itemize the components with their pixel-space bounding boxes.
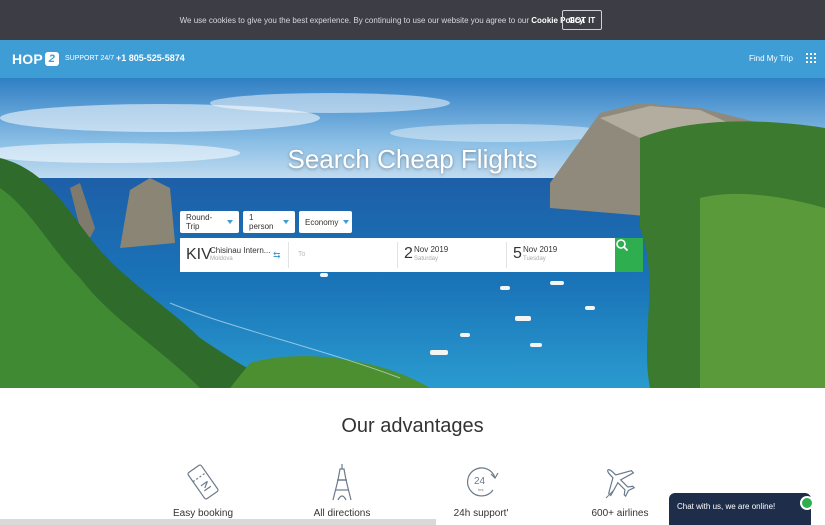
advantages-title: Our advantages xyxy=(341,415,484,437)
magnifier-icon xyxy=(616,239,629,252)
ticket-icon xyxy=(187,464,219,500)
advantage-item: 24 hrs 24h support' xyxy=(436,462,526,519)
hero-title: Search Cheap Flights xyxy=(287,144,538,174)
eiffel-tower-icon xyxy=(332,464,352,501)
from-country: Moldova xyxy=(210,256,233,262)
search-button[interactable] xyxy=(615,238,643,272)
advantage-label: All directions xyxy=(313,508,371,519)
depart-weekday: Saturday xyxy=(414,256,439,262)
airplane-icon xyxy=(605,469,636,499)
to-placeholder: To xyxy=(298,251,306,258)
depart-date-field[interactable]: 2 Nov 2019 Saturday xyxy=(398,238,506,272)
got-it-button[interactable]: GOT IT xyxy=(562,10,602,30)
online-status-icon xyxy=(800,496,814,510)
passengers-select[interactable]: 1 person xyxy=(243,211,295,233)
chevron-down-icon xyxy=(283,220,289,224)
advantage-item: 600+ airlines xyxy=(575,462,665,519)
cookie-banner: We use cookies to give you the best expe… xyxy=(0,0,825,40)
trip-type-select[interactable]: Round-Trip xyxy=(180,211,239,233)
flight-search-form: KIV Chisinau Intern... Moldova ⇆ To 2 No… xyxy=(180,238,615,272)
find-my-trip-link[interactable]: Find My Trip xyxy=(749,54,793,63)
depart-month: Nov 2019 xyxy=(414,245,449,254)
top-header: HOP 2 SUPPORT 24/7 +1 805-525-5874 Find … xyxy=(0,40,825,78)
logo-mark: 2 xyxy=(44,52,59,66)
passengers-label: 1 person xyxy=(249,213,274,231)
return-date-field[interactable]: 5 Nov 2019 Tuesday xyxy=(507,238,615,272)
chevron-down-icon xyxy=(227,220,233,224)
logo[interactable]: HOP 2 xyxy=(12,51,59,67)
support-phone[interactable]: +1 805-525-5874 xyxy=(116,53,185,63)
cabin-class-label: Economy xyxy=(305,217,339,227)
advantage-label: 24h support' xyxy=(453,508,509,519)
grid-icon[interactable] xyxy=(806,53,816,63)
cookie-text: We use cookies to give you the best expe… xyxy=(179,15,530,25)
to-field[interactable]: To xyxy=(289,238,397,272)
advantage-item: All directions xyxy=(297,462,387,519)
return-month: Nov 2019 xyxy=(523,245,558,254)
svg-text:hrs: hrs xyxy=(478,487,484,492)
chevron-down-icon xyxy=(343,220,350,224)
hero-banner: Search Cheap Flights Round-Trip 1 person… xyxy=(0,78,825,388)
advantage-item: Easy booking xyxy=(158,462,248,519)
support-label: SUPPORT 24/7 xyxy=(65,55,115,62)
return-weekday: Tuesday xyxy=(523,256,546,262)
from-airport-code: KIV xyxy=(186,246,212,263)
from-city: Chisinau Intern... xyxy=(210,246,271,255)
horizontal-scrollbar[interactable] xyxy=(0,519,436,525)
trip-type-label: Round-Trip xyxy=(186,213,213,231)
advantage-label: 600+ airlines xyxy=(591,508,649,519)
swap-icon[interactable]: ⇆ xyxy=(273,250,281,261)
logo-text: HOP xyxy=(12,51,43,67)
svg-text:24: 24 xyxy=(474,476,486,487)
from-field[interactable]: KIV Chisinau Intern... Moldova xyxy=(180,238,288,272)
clock-24h-icon: 24 hrs xyxy=(466,467,499,497)
live-chat-widget[interactable]: Chat with us, we are online! xyxy=(669,493,811,525)
cabin-class-select[interactable]: Economy xyxy=(299,211,352,233)
hero-background-image xyxy=(0,78,825,388)
advantage-label: Easy booking xyxy=(172,508,234,519)
return-day: 5 xyxy=(513,245,522,262)
depart-day: 2 xyxy=(404,245,413,262)
